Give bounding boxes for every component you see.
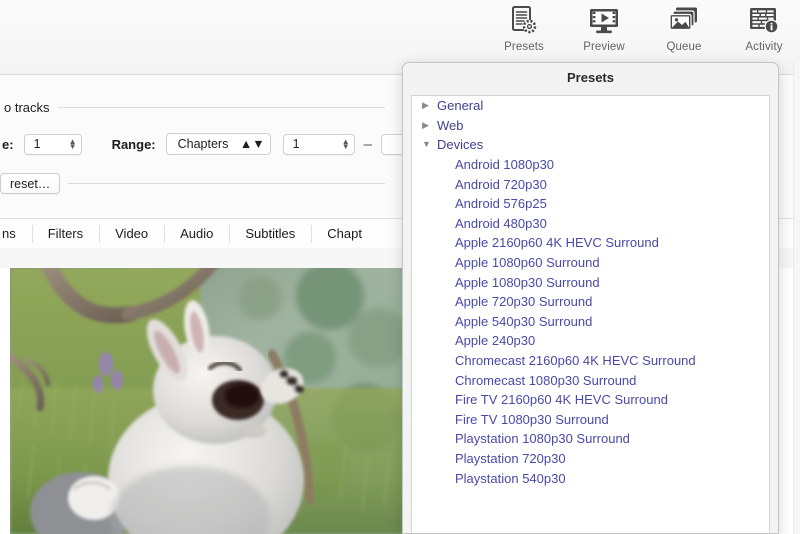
- source-label: e:: [0, 137, 14, 152]
- range-dash: –: [364, 136, 372, 153]
- range-row: e: 1 ▲▼ Range: Chapters ▲▼ 1 ▲▼ –: [0, 133, 441, 155]
- presets-popover: Presets General Web Devices Android 1080p30…: [402, 62, 779, 534]
- source-stepper[interactable]: 1 ▲▼: [24, 134, 82, 155]
- preset-item-row[interactable]: Apple 240p30: [412, 331, 769, 351]
- grid-info-icon: [747, 4, 781, 38]
- tab-audio[interactable]: Audio: [164, 219, 229, 249]
- source-stepper-value: 1: [34, 137, 61, 151]
- preset-label: Web: [437, 118, 464, 133]
- preset-item-row[interactable]: Apple 1080p30 Surround: [412, 272, 769, 292]
- preset-label: Apple 1080p30 Surround: [455, 275, 600, 290]
- toolbar-items: Presets: [492, 4, 796, 53]
- preset-label: Chromecast 2160p60 4K HEVC Surround: [455, 353, 696, 368]
- stacked-images-icon: [667, 4, 701, 38]
- tab-filters[interactable]: Filters: [32, 219, 99, 249]
- range-start-arrows-icon[interactable]: ▲▼: [342, 139, 350, 149]
- tracks-label: o tracks: [0, 100, 50, 115]
- preset-label: Apple 540p30 Surround: [455, 314, 592, 329]
- preset-label: Chromecast 1080p30 Surround: [455, 373, 636, 388]
- preset-group-row[interactable]: General: [412, 96, 769, 116]
- preset-label: Apple 240p30: [455, 333, 535, 348]
- toolbar-label-presets: Presets: [504, 41, 544, 53]
- presets-popover-title: Presets: [403, 63, 778, 91]
- tab-chapters[interactable]: Chapt: [311, 219, 378, 249]
- preset-item-row[interactable]: Playstation 540p30: [412, 468, 769, 488]
- toolbar-label-queue: Queue: [666, 41, 701, 53]
- toolbar-button-presets[interactable]: Presets: [492, 4, 556, 53]
- window-scrollbar[interactable]: [793, 62, 800, 534]
- preset-item-row[interactable]: Apple 540p30 Surround: [412, 312, 769, 332]
- preset-item-row[interactable]: Android 480p30: [412, 214, 769, 234]
- preset-item-row[interactable]: Android 1080p30: [412, 155, 769, 175]
- preset-label: Devices: [437, 137, 483, 152]
- preset-label: Apple 720p30 Surround: [455, 294, 592, 309]
- document-gear-icon: [507, 4, 541, 38]
- tab-dimensions[interactable]: ns: [0, 219, 32, 249]
- preset-label: Playstation 720p30: [455, 451, 566, 466]
- preset-item-row[interactable]: Playstation 1080p30 Surround: [412, 429, 769, 449]
- chevron-updown-icon: ▲▼: [240, 137, 265, 151]
- toolbar-button-activity[interactable]: Activity: [732, 4, 796, 53]
- preset-group-row[interactable]: Devices: [412, 135, 769, 155]
- range-label: Range:: [112, 137, 156, 152]
- preset-label: Fire TV 2160p60 4K HEVC Surround: [455, 392, 668, 407]
- section-divider: [58, 107, 385, 108]
- tab-subtitles[interactable]: Subtitles: [229, 219, 311, 249]
- range-type-value: Chapters: [178, 137, 229, 151]
- range-type-select[interactable]: Chapters ▲▼: [166, 133, 271, 155]
- reset-row-divider: [68, 183, 385, 184]
- video-preview[interactable]: [10, 268, 403, 534]
- chevron-down-icon[interactable]: [422, 140, 435, 149]
- preset-item-row[interactable]: Apple 2160p60 4K HEVC Surround: [412, 233, 769, 253]
- toolbar-label-activity: Activity: [745, 41, 782, 53]
- preset-label: Fire TV 1080p30 Surround: [455, 412, 609, 427]
- preset-label: Apple 2160p60 4K HEVC Surround: [455, 235, 659, 250]
- monitor-play-icon: [587, 4, 621, 38]
- preset-label: Android 720p30: [455, 177, 547, 192]
- presets-list[interactable]: General Web Devices Android 1080p30 Android …: [411, 95, 770, 533]
- preset-item-row[interactable]: Android 576p25: [412, 194, 769, 214]
- preset-item-row[interactable]: Chromecast 2160p60 4K HEVC Surround: [412, 351, 769, 371]
- preset-label: Android 576p25: [455, 196, 547, 211]
- range-start-value: 1: [293, 137, 334, 151]
- stepper-arrows-icon[interactable]: ▲▼: [69, 139, 77, 149]
- preset-item-row[interactable]: Playstation 720p30: [412, 449, 769, 469]
- toolbar-button-queue[interactable]: Queue: [652, 4, 716, 53]
- chevron-right-icon[interactable]: [422, 101, 435, 110]
- preset-item-row[interactable]: Android 720p30: [412, 174, 769, 194]
- tracks-row: o tracks: [0, 100, 395, 115]
- reset-button[interactable]: reset…: [0, 173, 60, 194]
- preview-frame-image: [10, 268, 403, 534]
- toolbar-label-preview: Preview: [583, 41, 625, 53]
- preset-item-row[interactable]: Apple 720p30 Surround: [412, 292, 769, 312]
- preset-item-row[interactable]: Fire TV 2160p60 4K HEVC Surround: [412, 390, 769, 410]
- toolbar-button-preview[interactable]: Preview: [572, 4, 636, 53]
- preset-label: General: [437, 98, 483, 113]
- range-start-stepper[interactable]: 1 ▲▼: [283, 134, 355, 155]
- preset-label: Android 1080p30: [455, 157, 554, 172]
- tab-video[interactable]: Video: [99, 219, 164, 249]
- preset-item-row[interactable]: Fire TV 1080p30 Surround: [412, 410, 769, 430]
- preset-label: Android 480p30: [455, 216, 547, 231]
- preset-item-row[interactable]: Apple 1080p60 Surround: [412, 253, 769, 273]
- chevron-right-icon[interactable]: [422, 121, 435, 130]
- preset-label: Apple 1080p60 Surround: [455, 255, 600, 270]
- preset-item-row[interactable]: Chromecast 1080p30 Surround: [412, 370, 769, 390]
- preset-label: Playstation 540p30: [455, 471, 566, 486]
- preset-label: Playstation 1080p30 Surround: [455, 431, 630, 446]
- reset-row: reset…: [0, 173, 395, 194]
- preset-group-row[interactable]: Web: [412, 116, 769, 136]
